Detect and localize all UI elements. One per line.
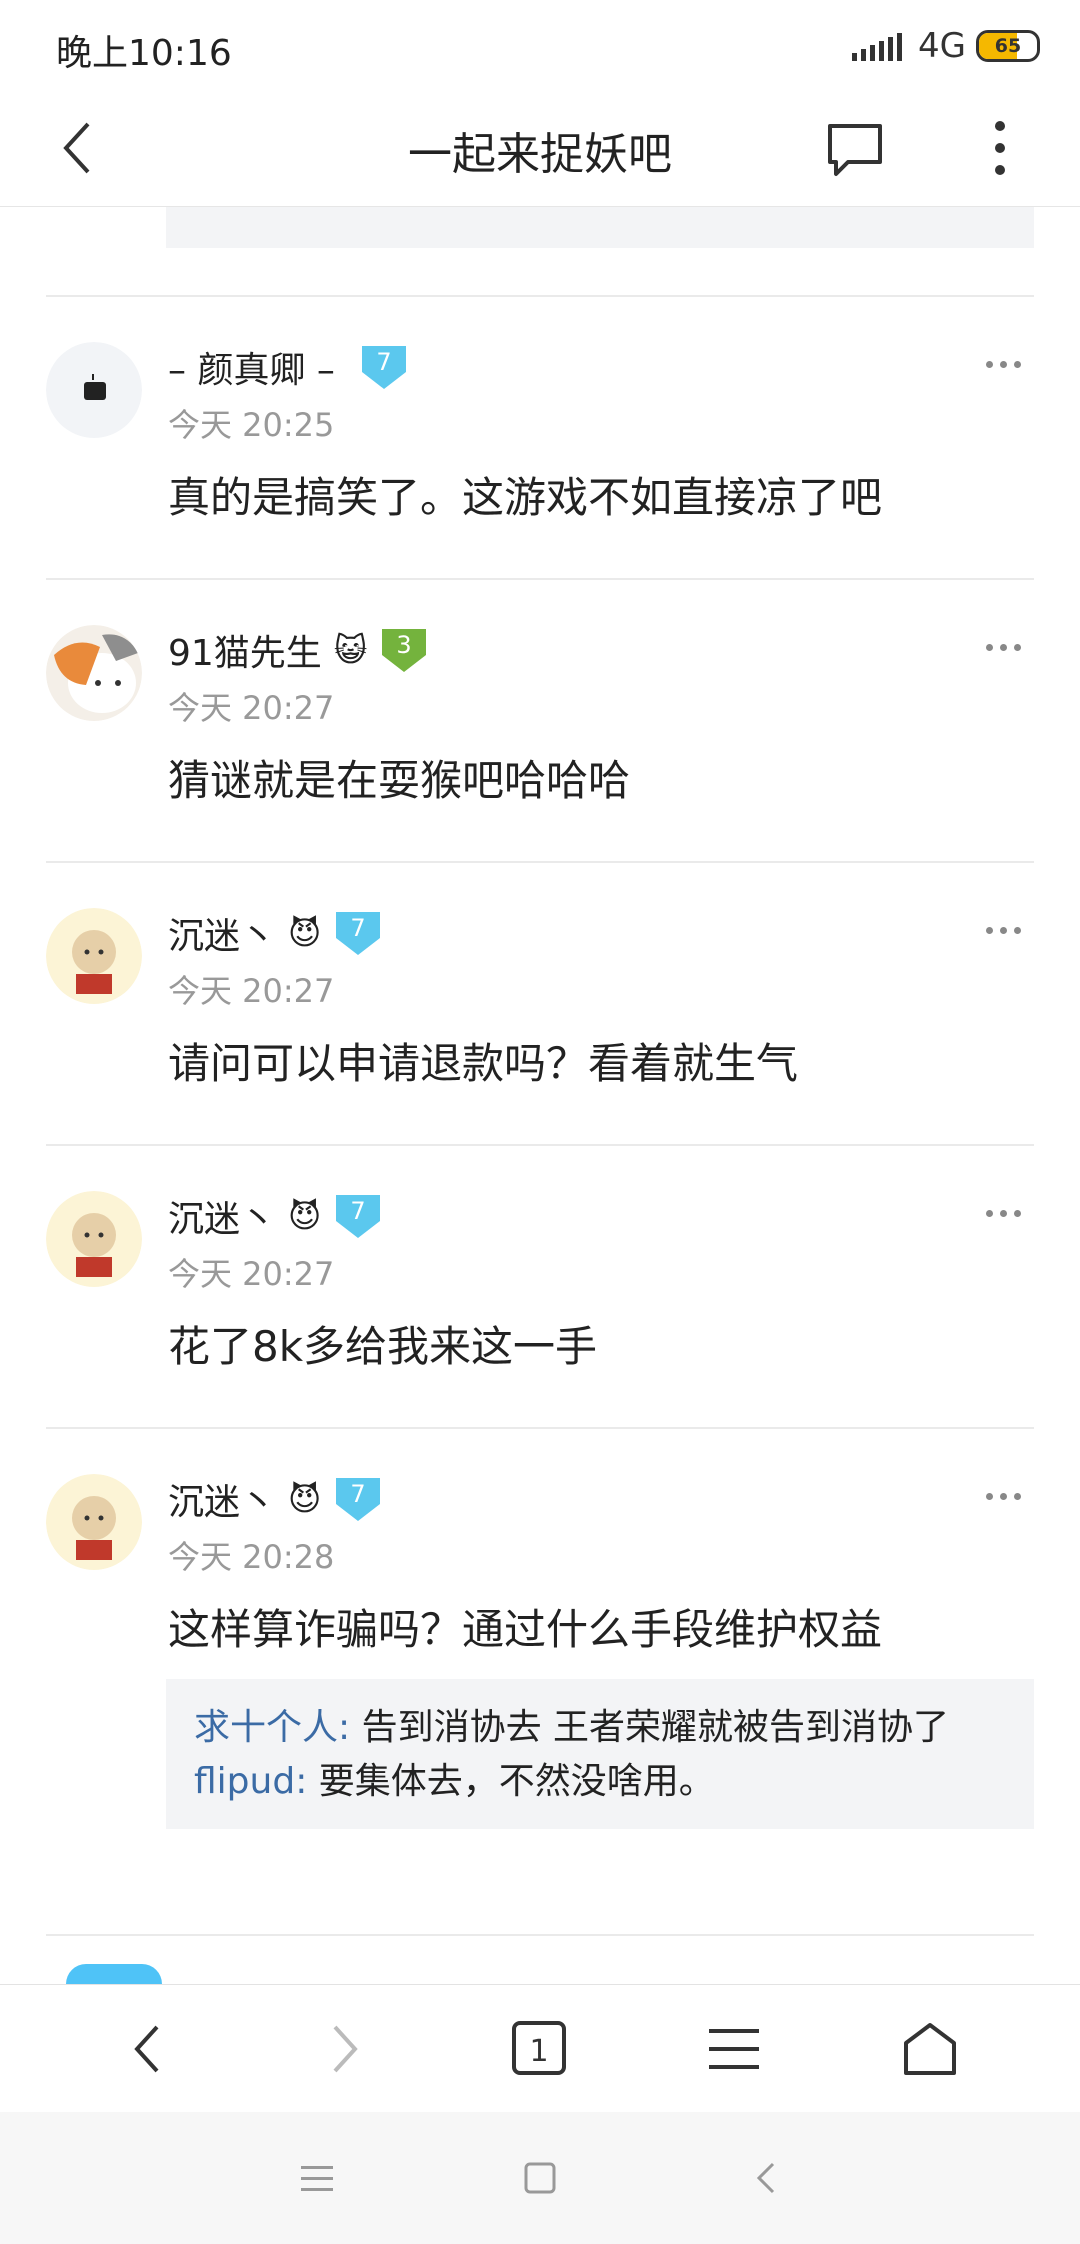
comment-text: 猜谜就是在耍猴吧哈哈哈: [168, 756, 631, 805]
username-row: 沉迷丶 😈 7: [168, 1191, 383, 1241]
hamburger-icon: [709, 2029, 759, 2069]
nav-forward-button[interactable]: [304, 2009, 384, 2089]
system-nav-bar: [0, 2112, 1080, 2244]
reply-text: 告到消协去 王者荣耀就被告到消协了: [350, 1707, 950, 1748]
more-options-icon[interactable]: [986, 918, 1030, 942]
home-button[interactable]: [890, 2009, 970, 2089]
level-badge-icon: 7: [361, 346, 406, 389]
post-time: 今天 20:27: [168, 1255, 335, 1293]
username-row: 沉迷丶 😈 7: [168, 908, 383, 958]
comment-text: 花了8k多给我来这一手: [168, 1322, 598, 1371]
post-time: 今天 20:28: [168, 1538, 335, 1576]
avatar[interactable]: [46, 625, 142, 721]
more-options-icon[interactable]: [986, 635, 1030, 659]
network-label: 4G: [918, 26, 966, 66]
battery-percent: 65: [994, 35, 1022, 57]
title-bar: 一起来捉妖吧: [0, 92, 1080, 207]
level-badge-icon: 7: [336, 1195, 381, 1238]
more-vertical-icon: [995, 121, 1005, 175]
divider: [46, 1934, 1034, 1936]
divider: [46, 1144, 1034, 1146]
divider: [46, 295, 1034, 297]
more-options-icon[interactable]: [986, 352, 1030, 376]
avatar[interactable]: [46, 1474, 142, 1570]
back-arrow-icon: [756, 2162, 775, 2194]
avatar[interactable]: [46, 908, 142, 1004]
user-emoji: 😈: [288, 914, 322, 952]
status-time: 晚上10:16: [56, 33, 232, 74]
username[interactable]: 沉迷丶: [168, 907, 276, 959]
svg-text:3: 3: [397, 631, 412, 659]
message-icon: [828, 124, 882, 176]
chevron-right-icon: [333, 2025, 358, 2073]
more-menu-button[interactable]: [980, 114, 1020, 182]
post-time: 今天 20:25: [168, 406, 335, 444]
reply-text: 要集体去，不然没啥用。: [307, 1761, 715, 1802]
more-options-icon[interactable]: [986, 1484, 1030, 1508]
level-badge-icon: 7: [336, 912, 381, 955]
comment-text: 这样算诈骗吗？通过什么手段维护权益: [168, 1605, 883, 1654]
username-row: 沉迷丶 😈 7: [168, 1474, 383, 1524]
divider: [46, 578, 1034, 580]
avatar[interactable]: [46, 342, 142, 438]
comment-text: 真的是搞笑了。这游戏不如直接凉了吧: [168, 473, 883, 522]
browser-toolbar: 1: [0, 1984, 1080, 2113]
avatar-partial: [66, 1964, 162, 1984]
username[interactable]: 沉迷丶: [168, 1190, 276, 1242]
user-emoji: 😈: [288, 1480, 322, 1518]
reply-item[interactable]: 求十个人: 告到消协去 王者荣耀就被告到消协了: [194, 1701, 1006, 1755]
username[interactable]: 91猫先生: [168, 624, 322, 676]
reply-username[interactable]: 求十个人:: [194, 1707, 350, 1748]
username-row: 91猫先生 😺 3: [168, 625, 429, 675]
user-emoji: 😺: [333, 631, 368, 669]
svg-text:7: 7: [351, 1197, 366, 1225]
reply-box[interactable]: 求十个人: 告到消协去 王者荣耀就被告到消协了 flipud: 要集体去，不然没…: [166, 1679, 1034, 1829]
avatar[interactable]: [46, 1191, 142, 1287]
reply-item[interactable]: flipud: 要集体去，不然没啥用。: [194, 1755, 1006, 1809]
reply-username[interactable]: flipud:: [194, 1761, 307, 1802]
svg-text:7: 7: [351, 914, 366, 942]
user-emoji: 😈: [288, 1197, 322, 1235]
divider: [46, 861, 1034, 863]
status-bar: 晚上10:16 4G 65: [0, 0, 1080, 92]
divider: [46, 1427, 1034, 1429]
svg-text:7: 7: [376, 348, 391, 376]
system-home-button[interactable]: [518, 2156, 562, 2200]
svg-text:7: 7: [351, 1480, 366, 1508]
username-row: – 颜真卿 – 7: [168, 342, 409, 392]
post-time: 今天 20:27: [168, 689, 335, 727]
square-icon: [524, 2162, 556, 2194]
comment-text: 请问可以申请退款吗？看着就生气: [168, 1039, 799, 1088]
comment-button[interactable]: [824, 118, 886, 180]
page-title: 一起来捉妖吧: [408, 129, 672, 180]
comment-list[interactable]: – 颜真卿 – 7 今天 20:25 真的是搞笑了。这游戏不如直接凉了吧 91猫…: [0, 150, 1080, 1984]
nav-back-button[interactable]: [108, 2009, 188, 2089]
username[interactable]: – 颜真卿 –: [168, 341, 335, 393]
post-time: 今天 20:27: [168, 972, 335, 1010]
level-badge-icon: 3: [382, 629, 427, 672]
tabs-icon: 1: [512, 2021, 566, 2075]
menu-button[interactable]: [694, 2009, 774, 2089]
battery-icon: 65: [976, 30, 1040, 62]
system-back-button[interactable]: [744, 2156, 788, 2200]
home-icon: [904, 2023, 956, 2075]
chevron-left-icon: [134, 2025, 159, 2073]
more-options-icon[interactable]: [986, 1201, 1030, 1225]
level-badge-icon: 7: [336, 1478, 381, 1521]
tab-count: 1: [529, 2034, 548, 2069]
tabs-button[interactable]: 1: [500, 2009, 580, 2089]
menu-lines-icon: [301, 2166, 333, 2191]
recent-apps-button[interactable]: [295, 2156, 339, 2200]
username[interactable]: 沉迷丶: [168, 1473, 276, 1525]
signal-icon: [852, 31, 903, 61]
status-icons: 4G 65: [852, 24, 1040, 68]
